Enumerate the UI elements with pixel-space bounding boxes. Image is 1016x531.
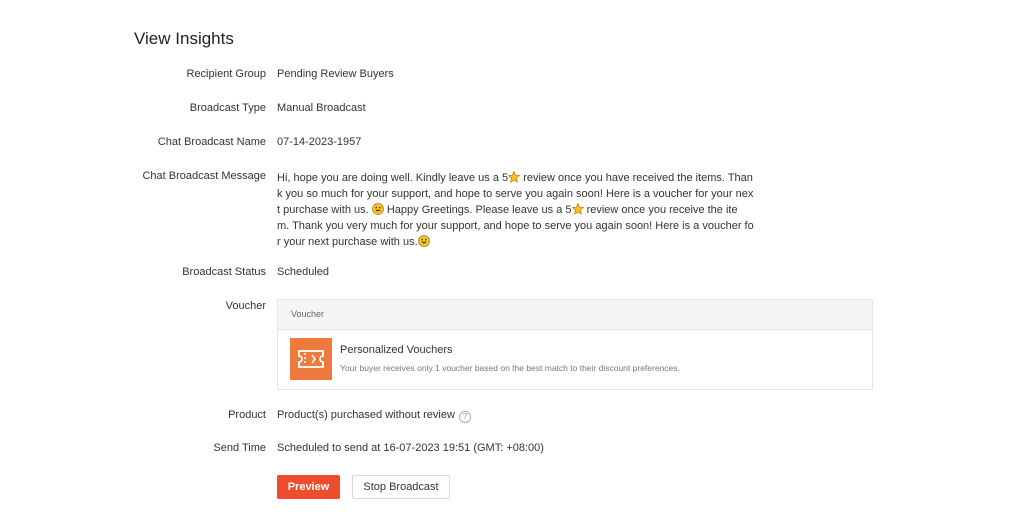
recipient-group-label: Recipient Group bbox=[186, 68, 267, 80]
message-text: m. Thank you very much for your support,… bbox=[277, 220, 754, 232]
recipient-group-value: Pending Review Buyers bbox=[277, 68, 394, 80]
send-time-label: Send Time bbox=[213, 442, 266, 454]
message-text: Happy Greetings. Please leave us a 5 bbox=[383, 204, 572, 216]
broadcast-type-value: Manual Broadcast bbox=[277, 102, 366, 114]
grinning-face-icon bbox=[371, 203, 384, 215]
product-label: Product bbox=[228, 409, 266, 421]
page-title: View Insights bbox=[134, 29, 234, 48]
chat-broadcast-message-value: Hi, hope you are doing well. Kindly leav… bbox=[277, 170, 754, 250]
voucher-card-header: Voucher bbox=[278, 300, 872, 330]
chat-broadcast-name-value: 07-14-2023-1957 bbox=[277, 136, 362, 148]
grinning-face-icon bbox=[417, 235, 430, 247]
view-insights-page: View Insights Recipient Group Pending Re… bbox=[0, 0, 1016, 531]
chat-broadcast-name-label: Chat Broadcast Name bbox=[157, 136, 266, 148]
message-line: m. Thank you very much for your support,… bbox=[277, 218, 754, 234]
chat-broadcast-message-label: Chat Broadcast Message bbox=[142, 170, 266, 182]
voucher-description: Your buyer receives only 1 voucher based… bbox=[340, 363, 680, 373]
voucher-label: Voucher bbox=[225, 300, 266, 312]
broadcast-status-label: Broadcast Status bbox=[182, 266, 266, 278]
message-line: Hi, hope you are doing well. Kindly leav… bbox=[277, 170, 753, 186]
message-line: t purchase with us. Happy Greetings. Ple… bbox=[277, 202, 738, 218]
message-text: t purchase with us. bbox=[277, 204, 372, 216]
star-icon bbox=[507, 170, 521, 183]
stop-broadcast-button[interactable]: Stop Broadcast bbox=[352, 475, 450, 499]
broadcast-type-label: Broadcast Type bbox=[189, 102, 266, 114]
voucher-ticket-icon bbox=[290, 338, 332, 380]
message-text: review once you receive the ite bbox=[583, 204, 738, 216]
message-text: k you so much for your support, and hope… bbox=[277, 188, 754, 200]
message-text: r your next purchase with us. bbox=[277, 236, 418, 248]
product-value: Product(s) purchased without review bbox=[277, 409, 455, 421]
voucher-card: Voucher Personalized Vouchers Your buyer… bbox=[277, 299, 873, 390]
voucher-name: Personalized Vouchers bbox=[340, 344, 453, 356]
send-time-value: Scheduled to send at 16-07-2023 19:51 (G… bbox=[277, 442, 544, 454]
message-line: k you so much for your support, and hope… bbox=[277, 186, 753, 202]
star-icon bbox=[571, 202, 584, 215]
help-icon[interactable]: ? bbox=[458, 411, 471, 423]
broadcast-status-value: Scheduled bbox=[277, 266, 329, 278]
message-line: r your next purchase with us. bbox=[277, 234, 729, 250]
message-text: review once you have received the items.… bbox=[520, 172, 753, 184]
message-text: Hi, hope you are doing well. Kindly leav… bbox=[277, 172, 509, 184]
product-value-wrapper: Product(s) purchased without review? bbox=[277, 409, 471, 423]
preview-button[interactable]: Preview bbox=[277, 475, 340, 499]
